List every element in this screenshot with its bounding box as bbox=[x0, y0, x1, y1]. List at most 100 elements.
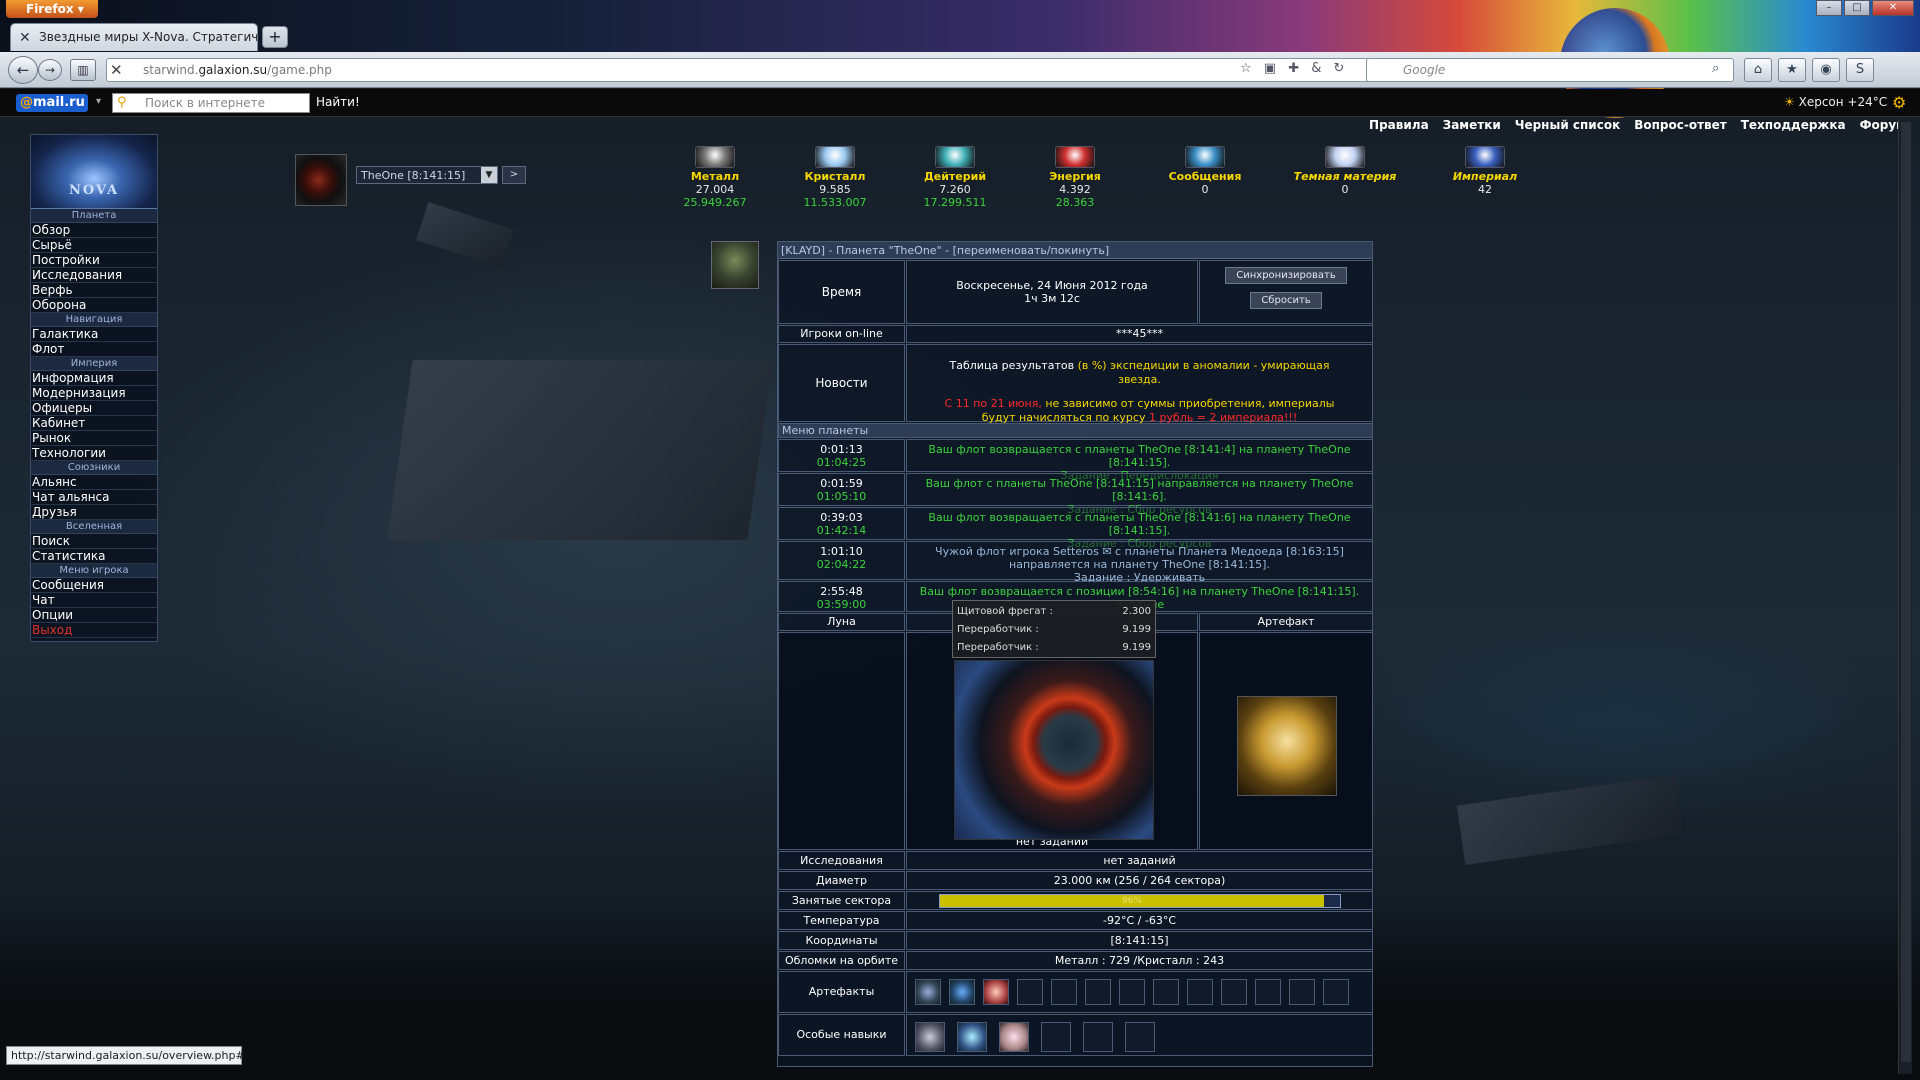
artifact-slot[interactable] bbox=[1017, 979, 1043, 1005]
resource-item[interactable]: Дейтерий 7.260 17.299.511 bbox=[895, 146, 1015, 209]
planet-select[interactable]: TheOne [8:141:15] ▼ bbox=[356, 166, 498, 184]
sidebar-item[interactable]: Постройки bbox=[31, 253, 157, 268]
addon-icon[interactable]: ◉ bbox=[1812, 58, 1840, 82]
sidebar-item[interactable]: Кабинет bbox=[31, 416, 157, 431]
sidebar-item[interactable]: Технологии bbox=[31, 446, 157, 461]
top-link[interactable]: Черный список bbox=[1515, 118, 1620, 132]
reset-button[interactable]: Сбросить bbox=[1250, 292, 1322, 309]
avatar[interactable] bbox=[711, 241, 759, 289]
artifact-slot[interactable] bbox=[1187, 979, 1213, 1005]
sidebar-item[interactable]: Поиск bbox=[31, 534, 157, 549]
news-link: (в %) экспедиции в аномалии - умирающая … bbox=[1077, 359, 1330, 386]
firefox-menu-button[interactable]: Firefox ▾ bbox=[6, 0, 98, 18]
sidebar-item[interactable]: Галактика bbox=[31, 327, 157, 342]
skill-slot[interactable] bbox=[1125, 1022, 1155, 1052]
sidebar-item[interactable]: Рынок bbox=[31, 431, 157, 446]
sidebar-item[interactable]: Опции bbox=[31, 608, 157, 623]
sidebar-item[interactable]: Чат bbox=[31, 593, 157, 608]
sidebar-item[interactable]: Статистика bbox=[31, 549, 157, 564]
artifact-slot[interactable] bbox=[1289, 979, 1315, 1005]
artifact-slot[interactable] bbox=[1323, 979, 1349, 1005]
fleet-event-text[interactable]: Ваш флот возвращается с планеты TheOne [… bbox=[907, 443, 1372, 469]
artifact-slot[interactable] bbox=[1221, 979, 1247, 1005]
top-link[interactable]: Правила bbox=[1369, 118, 1429, 132]
sidebar-item[interactable]: Выход bbox=[31, 623, 157, 638]
skill-slot[interactable] bbox=[999, 1022, 1029, 1052]
new-tab-button[interactable]: + bbox=[262, 26, 288, 48]
artifact-slot[interactable] bbox=[1119, 979, 1145, 1005]
tab-title: Звездные миры X-Nova. Стратегическ... bbox=[39, 30, 258, 44]
sidebar-item[interactable]: Обзор bbox=[31, 223, 157, 238]
resource-item[interactable]: Сообщения 0 bbox=[1145, 146, 1265, 196]
gear-icon[interactable]: ⚙ bbox=[1892, 93, 1906, 112]
rename-leave-link[interactable]: [переименовать/покинуть] bbox=[953, 244, 1110, 257]
search-icon[interactable]: ⌕ bbox=[1712, 61, 1719, 76]
sidebar-item[interactable]: Исследования bbox=[31, 268, 157, 283]
url-bar[interactable]: starwind.galaxion.su/game.php bbox=[106, 58, 1396, 82]
top-link[interactable]: Вопрос-ответ bbox=[1634, 118, 1727, 132]
artifact-slot[interactable] bbox=[1255, 979, 1281, 1005]
skills-label: Особые навыки bbox=[796, 1028, 887, 1041]
maximize-icon[interactable]: □ bbox=[1844, 0, 1870, 16]
mailru-logo[interactable]: @mail.ru bbox=[16, 94, 88, 112]
fleet-event-text[interactable]: Ваш флот с планеты TheOne [8:141:15] нап… bbox=[907, 477, 1372, 503]
artifact-slot[interactable] bbox=[1051, 979, 1077, 1005]
sidebar-item[interactable]: Верфь bbox=[31, 283, 157, 298]
url-bar-icons[interactable]: ☆ ▣ ✚ & ↻ bbox=[1240, 61, 1348, 76]
artifact-slot[interactable] bbox=[983, 979, 1009, 1005]
scrollbar[interactable] bbox=[1898, 118, 1912, 1074]
news-line-1[interactable]: Таблица результатов (в %) экспедиции в а… bbox=[927, 359, 1352, 387]
resource-item[interactable]: Темная материя 0 bbox=[1285, 146, 1405, 196]
home-icon[interactable]: ⌂ bbox=[1744, 58, 1772, 82]
skill-slot[interactable] bbox=[1041, 1022, 1071, 1052]
skill-slot[interactable] bbox=[957, 1022, 987, 1052]
history-icon[interactable]: ▥ bbox=[70, 59, 96, 81]
chevron-down-icon[interactable]: ▾ bbox=[96, 96, 101, 107]
artifact-slot[interactable] bbox=[1153, 979, 1179, 1005]
forward-icon[interactable]: → bbox=[38, 59, 62, 81]
resource-item[interactable]: Металл 27.004 25.949.267 bbox=[655, 146, 775, 209]
search-input[interactable]: Google bbox=[1366, 58, 1734, 82]
sidebar-item[interactable]: Чат альянса bbox=[31, 490, 157, 505]
sidebar-item[interactable]: Оборона bbox=[31, 298, 157, 313]
skype-icon[interactable]: S bbox=[1846, 58, 1874, 82]
sidebar-item[interactable]: Сообщения bbox=[31, 578, 157, 593]
resource-item[interactable]: Кристалл 9.585 11.533.007 bbox=[775, 146, 895, 209]
artifact-slot[interactable] bbox=[949, 979, 975, 1005]
artifact-slot[interactable] bbox=[1085, 979, 1111, 1005]
resource-item[interactable]: Империал 42 bbox=[1425, 146, 1545, 196]
sidebar-item[interactable]: Флот bbox=[31, 342, 157, 357]
sidebar-item[interactable]: Модернизация bbox=[31, 386, 157, 401]
top-link[interactable]: Техподдержка bbox=[1741, 118, 1846, 132]
sidebar-item[interactable]: Друзья bbox=[31, 505, 157, 520]
find-button[interactable]: Найти! bbox=[316, 95, 360, 109]
artifact-image[interactable] bbox=[1237, 696, 1337, 796]
mailru-search-input[interactable]: ⚲ Поиск в интернете bbox=[112, 93, 310, 113]
top-link[interactable]: Заметки bbox=[1443, 118, 1501, 132]
sidebar-item[interactable]: Офицеры bbox=[31, 401, 157, 416]
resource-value: 27.004 bbox=[695, 183, 735, 196]
scrollbar-thumb[interactable] bbox=[1901, 122, 1911, 1062]
bookmark-icon[interactable]: ★ bbox=[1778, 58, 1806, 82]
skill-slot[interactable] bbox=[1083, 1022, 1113, 1052]
sync-button[interactable]: Синхронизировать bbox=[1225, 267, 1347, 284]
weather-widget[interactable]: ☀ Херсон +24°C bbox=[1784, 95, 1887, 109]
minimize-icon[interactable]: – bbox=[1816, 0, 1842, 16]
back-icon[interactable]: ← bbox=[8, 56, 38, 84]
fleet-arrival: 01:42:14 bbox=[816, 524, 867, 537]
sidebar-item[interactable]: Информация bbox=[31, 371, 157, 386]
sidebar-item[interactable]: Альянс bbox=[31, 475, 157, 490]
fleet-event-text[interactable]: Чужой флот игрока Setteros ✉ с планеты П… bbox=[907, 545, 1372, 571]
fleet-event-text[interactable]: Ваш флот возвращается с планеты TheOne [… bbox=[907, 511, 1372, 537]
close-window-icon[interactable]: ✕ bbox=[1872, 0, 1914, 16]
sidebar-item[interactable]: Сырьё bbox=[31, 238, 157, 253]
tab-active[interactable]: ✕ Звездные миры X-Nova. Стратегическ... bbox=[10, 23, 258, 51]
resource-item[interactable]: Энергия 4.392 28.363 bbox=[1015, 146, 1135, 209]
game-logo[interactable]: NOVA bbox=[31, 135, 157, 209]
skill-slot[interactable] bbox=[915, 1022, 945, 1052]
planet-image[interactable] bbox=[954, 660, 1154, 840]
next-planet-button[interactable]: > bbox=[502, 166, 526, 184]
artifact-slot[interactable] bbox=[915, 979, 941, 1005]
stop-icon[interactable]: ✕ bbox=[110, 61, 123, 79]
planet-thumbnail[interactable] bbox=[295, 154, 347, 206]
